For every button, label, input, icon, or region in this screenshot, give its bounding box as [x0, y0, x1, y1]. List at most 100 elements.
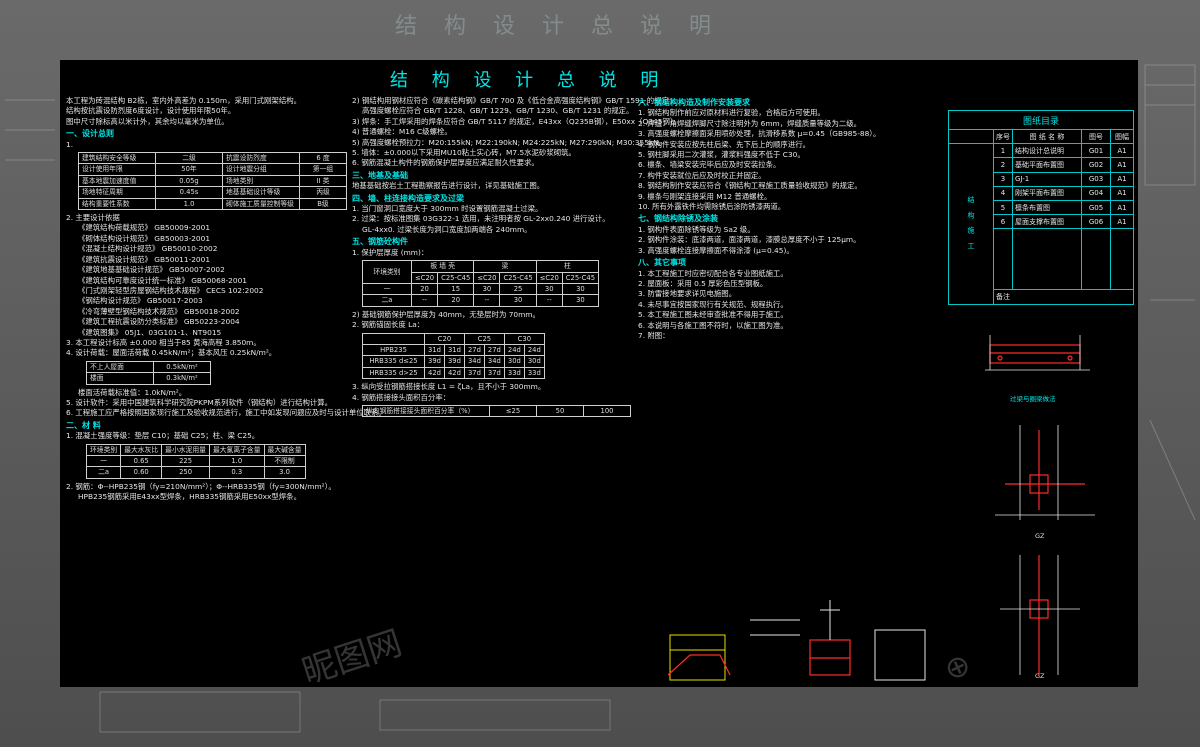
table-row: C20 C25 C30 — [362, 332, 545, 345]
text-line: 2. 屋面板：采用 0.5 厚彩色压型钢板。 — [638, 278, 768, 288]
table-cell: 1.0 — [208, 454, 265, 468]
code-ref: 《建筑抗震设计规范》 GB50011-2001 — [78, 254, 211, 264]
table-cell: G04 — [1081, 185, 1111, 201]
table-cell: 27d — [463, 343, 485, 357]
table-row: 楼面 0.3kN/m² — [86, 372, 211, 385]
column-caption-1: GZ — [1035, 532, 1045, 540]
table-cell: 37d — [463, 366, 485, 380]
table-cell: 最大水灰比 — [120, 443, 163, 457]
text-line: 5. 钢柱脚采用二次灌浆，灌浆料强度不低于 C30。 — [638, 150, 805, 160]
table-cell: 地基基础设计等级 — [222, 186, 300, 199]
column-3: 六、钢结构构造及制作安装要求 1. 钢结构制作前应对原材料进行复验，合格后方可使… — [638, 96, 938, 341]
table-cell: C25-C45 — [499, 271, 537, 284]
text-line: 2. 过梁：按标准图集 03G322-1 选用，未注明者按 GL-2xx0.24… — [352, 214, 610, 224]
table-row: 结构重要性系数 1.0 砌体施工质量控制等级 B级 — [78, 197, 347, 211]
column-caption-2: GZ — [1035, 672, 1045, 680]
column-1: 本工程为砖混结构 B2栋，室内外高差为 0.150m，采用门式刚架结构。 结构按… — [66, 96, 386, 503]
text-line: 4. 钢构件安装应按先柱后梁、先下后上的顺序进行。 — [638, 139, 810, 149]
detail-drawings — [667, 600, 926, 681]
material-2b: HPB235钢筋采用E43xx型焊条，HRB335钢筋采用E50xx型焊条。 — [78, 492, 301, 502]
text-line: 4) 普通螺栓：M16 C级螺栓。 — [352, 127, 452, 137]
code-ref: 《砌体结构设计规范》 GB50003-2001 — [78, 233, 211, 243]
code-ref: 《建筑结构荷载规范》 GB50009-2001 — [78, 223, 211, 233]
text-line: 3. 高强度螺栓摩擦面采用喷砂处理，抗滑移系数 μ=0.45（GB985-88）… — [638, 129, 881, 139]
column-detail-drawing-1 — [995, 425, 1095, 520]
table-cell: 34d — [463, 355, 485, 368]
table-cell: 基本地震加速度值 — [78, 174, 156, 188]
table-cell: -- — [473, 294, 501, 307]
table-cell: 最小水泥用量 — [161, 443, 210, 457]
table-cell: 场地特征周期 — [78, 186, 156, 199]
table-cell: 34d — [483, 355, 505, 368]
text-line: 3. 防雷接地要求详见电施图。 — [638, 289, 737, 299]
text-line: 3) 焊条：手工焊采用的焊条应符合 GB/T 5117 的规定，E43xx（Q2… — [352, 116, 681, 126]
table-cell: 0.05g — [155, 174, 223, 188]
table-cell: HPB235 — [362, 343, 425, 357]
table-row: 一 20 15 30 25 30 30 — [362, 282, 600, 296]
table-cell: 27d — [483, 343, 505, 357]
table-row: 环境类别板 墙 壳梁柱 — [362, 260, 600, 284]
table-cell: II 类 — [299, 174, 347, 188]
code-ref: 《建筑工程抗震设防分类标准》 GB50223-2004 — [78, 317, 240, 327]
table-cell — [362, 332, 425, 345]
table-cell: 30 — [561, 282, 600, 296]
code-ref: 《建筑地基基础设计规范》 GB50007-2002 — [78, 265, 225, 275]
section-heading-7: 七、钢结构除锈及涂装 — [638, 214, 718, 224]
table-cell: HRB335 d>25 — [362, 366, 425, 380]
table-cell: 最大氯离子含量 — [208, 443, 265, 457]
column-detail-drawing-2 — [1000, 555, 1080, 675]
table-cell: G03 — [1081, 171, 1111, 187]
table-cell: 楼面 — [86, 372, 154, 385]
text-line: 5) 高强度螺栓预拉力：M20:155kN; M22:190kN; M24:22… — [352, 137, 667, 147]
table-cell: G05 — [1081, 199, 1111, 216]
index-title: 图纸目录 — [948, 110, 1134, 130]
lap-table: 纵向钢筋搭接接头面积百分率（%） ≤25 50 100 — [362, 404, 631, 418]
text-line: 5. 本工程施工图未经审查批准不得用于施工。 — [638, 310, 788, 320]
table-cell: HRB335 d≤25 — [362, 355, 425, 368]
table-cell: 1 — [993, 143, 1013, 159]
table-cell: 最大碱含量 — [263, 443, 306, 457]
text-line: 4. 钢筋搭接接头面积百分率： — [352, 392, 451, 402]
table-cell: 3 — [993, 171, 1013, 187]
table-cell: 31d — [443, 343, 465, 357]
table-row: 结 构 施 工 1 结构设计总说明 G01 A1 — [948, 143, 1134, 305]
item-1: 1. — [66, 139, 74, 149]
text-line: 6. 檩条、墙梁安装完毕后应及时安装拉条。 — [638, 160, 781, 170]
text-line: 10. 所有外露铁件均需除锈后涂防锈漆两道。 — [638, 202, 786, 212]
table-cell: 225 — [161, 454, 210, 468]
table-cell: 5 — [993, 199, 1013, 216]
section-heading-1: 一、设计总则 — [66, 129, 114, 139]
table-cell: GJ-1 — [1012, 171, 1082, 187]
table-cell: 图幅 — [1110, 128, 1134, 145]
table-cell: 37d — [483, 366, 505, 380]
text-line: GL-4xx0. 过梁长度为洞口宽度加两端各 240mm。 — [362, 224, 532, 234]
intro-line-1: 本工程为砖混结构 B2栋，室内外高差为 0.150m，采用门式刚架结构。 — [66, 96, 301, 105]
table-cell: 二a — [362, 294, 412, 307]
text-line: 1. 当门窗洞口宽度大于 300mm 时设置钢筋混凝土过梁。 — [352, 204, 543, 214]
table-row: 不上人屋面 0.5kN/m² — [86, 360, 211, 374]
table-cell: 24d — [503, 343, 525, 357]
table-row: 一 0.65 225 1.0 不限制 — [85, 454, 306, 468]
table-cell: 环境类别 — [362, 260, 412, 284]
table-cell — [1081, 228, 1111, 291]
code-ref: 《混凝土结构设计规范》 GB50010-2002 — [78, 244, 218, 254]
material-table: 环境类别 最大水灰比 最小水泥用量 最大氯离子含量 最大碱含量 一 0.65 225 1.0 不… — [85, 443, 306, 479]
table-cell: 39d — [443, 355, 465, 368]
table-cell: -- — [535, 294, 563, 307]
table-cell: 结构重要性系数 — [78, 197, 156, 211]
table-cell — [1110, 228, 1134, 291]
table-cell: 屋面支撑布置图 — [1012, 214, 1082, 230]
item-6: 6. 工程施工应严格按照国家现行施工及验收规范进行，施工中如发现问题应及时与设计… — [66, 408, 386, 418]
table-cell: 33d — [523, 366, 545, 380]
table-cell: A1 — [1110, 157, 1134, 173]
table-cell: C30 — [503, 332, 545, 345]
table-cell: 0.3kN/m² — [153, 372, 211, 385]
table-cell: 场地类别 — [222, 174, 300, 188]
table-cell — [1012, 228, 1082, 291]
table-cell: 不限制 — [263, 454, 306, 468]
sheet-title: 结 构 设 计 总 说 明 — [390, 70, 668, 91]
design-params-table: 建筑结构安全等级 二级 抗震设防烈度 6 度 设计使用年限 50年 设计地震分组 第一组 基… — [78, 152, 347, 211]
table-row: 纵向钢筋搭接接头面积百分率（%） ≤25 50 100 — [362, 404, 631, 418]
drawing-sheet: 结 构 设 计 总 说 明 本工程为砖混结构 B2栋，室内外高差为 0.150m… — [60, 60, 1138, 687]
table-cell: 备注 — [993, 289, 1134, 305]
